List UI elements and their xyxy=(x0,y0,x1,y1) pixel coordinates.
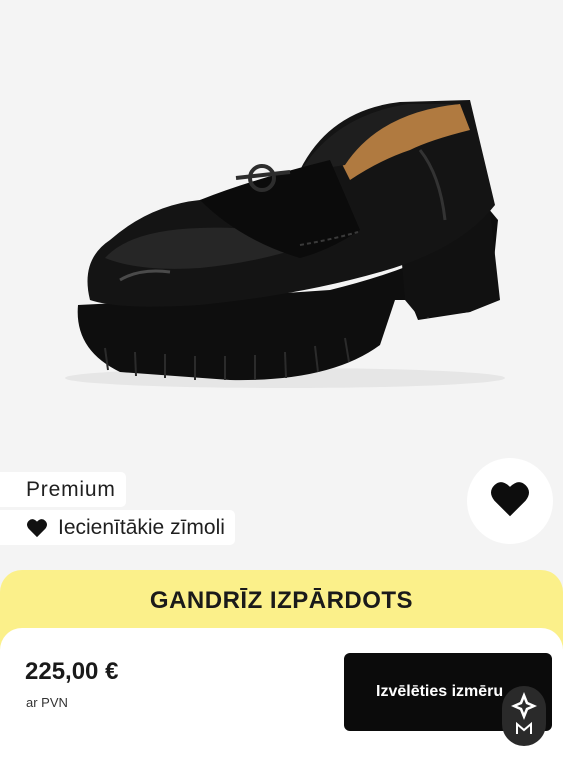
premium-tag: Premium xyxy=(0,472,126,507)
loafer-shoe-illustration xyxy=(65,100,505,388)
almost-sold-out-text: GANDRĪZ IZPĀRDOTS xyxy=(149,587,414,614)
price: 225,00 € xyxy=(25,658,119,685)
popular-brands-label: Iecienītākie zīmoli xyxy=(58,515,225,539)
heart-icon xyxy=(489,480,531,523)
wishlist-button[interactable] xyxy=(467,458,553,544)
select-size-label: Izvēlēties izmēru xyxy=(376,683,504,700)
heart-icon xyxy=(26,518,48,538)
popular-brands-tag: Iecienītākie zīmoli xyxy=(0,510,235,545)
assistant-widget[interactable] xyxy=(502,686,546,746)
vat-note: ar PVN xyxy=(26,695,68,710)
product-image[interactable] xyxy=(0,0,563,470)
premium-tag-label: Premium xyxy=(26,477,116,501)
purchase-bar: 225,00 € ar PVN Izvēlēties izmēru xyxy=(0,628,563,768)
assistant-logo-icon xyxy=(509,690,539,743)
